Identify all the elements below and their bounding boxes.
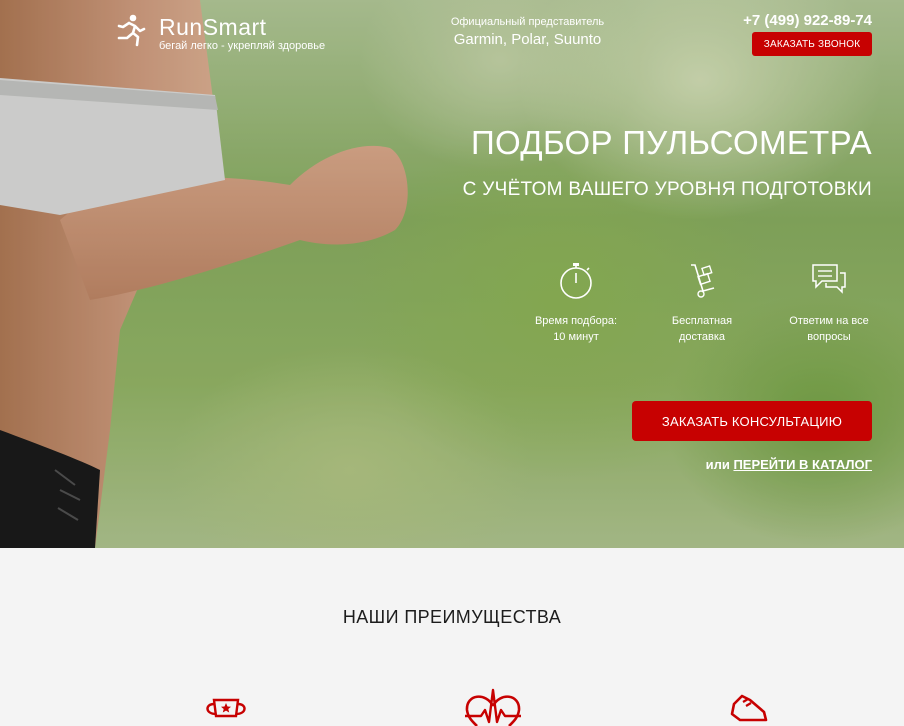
feature-line2: 10 минут <box>553 331 599 343</box>
chat-bubbles-icon <box>812 264 846 294</box>
logo-name: RunSmart <box>159 14 267 40</box>
sneaker-icon <box>730 694 768 722</box>
hero-subtitle: С УЧЁТОМ ВАШЕГО УРОВНЯ ПОДГОТОВКИ <box>462 179 872 200</box>
order-consultation-button[interactable]: ЗАКАЗАТЬ КОНСУЛЬТАЦИЮ <box>632 401 872 441</box>
feature-line1: Время подбора: <box>534 315 618 327</box>
feature-line1: Бесплатная <box>671 315 733 327</box>
feature-selection-time: Время подбора: 10 минут <box>521 261 631 345</box>
catalog-link[interactable]: ПЕРЕЙТИ В КАТАЛОГ <box>733 457 872 472</box>
feature-answer-questions: Ответим на все вопросы <box>774 261 884 345</box>
rep-label: Официальный представитель <box>450 16 605 28</box>
feature-free-delivery: Бесплатная доставка <box>647 261 757 345</box>
logo-slogan: бегай легко - укрепляй здоровье <box>159 40 326 52</box>
delivery-cart-icon <box>691 264 715 298</box>
feature-line2: доставка <box>678 331 726 343</box>
feature-line2: вопросы <box>807 331 851 343</box>
catalog-line: или ПЕРЕЙТИ В КАТАЛОГ <box>706 457 872 472</box>
rep-brands: Garmin, Polar, Suunto <box>453 31 602 48</box>
heartbeat-icon <box>465 688 521 726</box>
hero-title: ПОДБОР ПУЛЬСОМЕТРА <box>471 124 872 161</box>
catalog-prefix: или <box>705 457 730 472</box>
hero-section: RunSmart бегай легко - укрепляй здоровье… <box>0 0 904 548</box>
phone-number[interactable]: +7 (499) 922-89-74 <box>743 12 872 29</box>
order-call-button[interactable]: ЗАКАЗАТЬ ЗВОНОК <box>752 32 872 56</box>
feature-line1: Ответим на все <box>789 315 869 327</box>
official-representative: Официальный представитель Garmin, Polar,… <box>440 16 615 48</box>
advantages-title: НАШИ ПРЕИМУЩЕСТВА <box>342 607 562 627</box>
advantages-section: НАШИ ПРЕИМУЩЕСТВА <box>0 548 904 726</box>
stopwatch-icon <box>560 263 592 299</box>
runner-logo-icon <box>117 14 146 47</box>
trophy-icon <box>206 698 246 718</box>
